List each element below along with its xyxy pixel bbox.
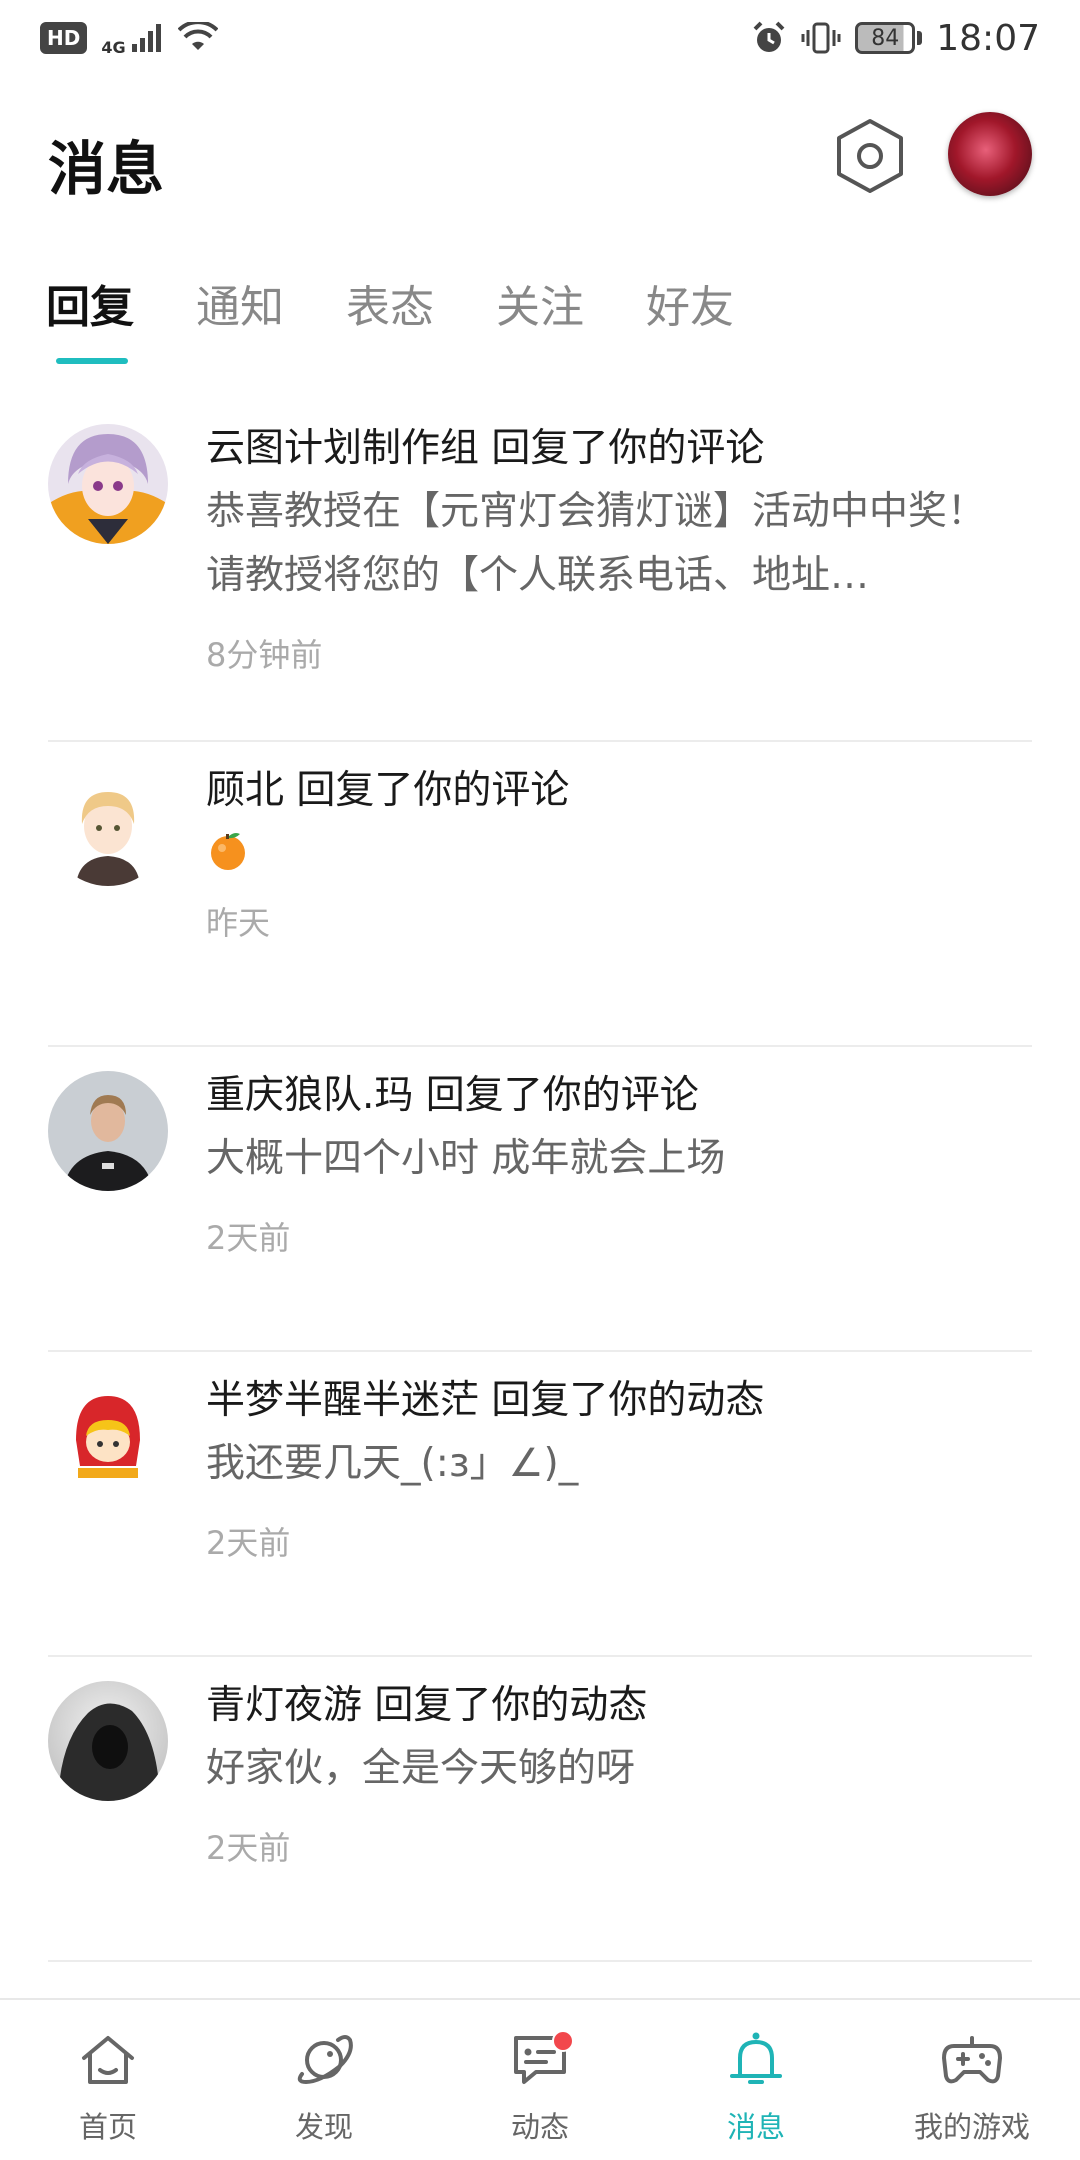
message-body: 云图计划制作组 回复了你的评论 恭喜教授在【元宵灯会猜灯谜】活动中中奖！请教授将… [206, 420, 1002, 676]
message-body: 顾北 回复了你的评论 昨天 [206, 762, 1002, 944]
nav-my-games[interactable]: 我的游戏 [864, 2000, 1080, 2160]
message-list: 云图计划制作组 回复了你的评论 恭喜教授在【元宵灯会猜灯谜】活动中中奖！请教授将… [0, 400, 1080, 1962]
alarm-icon [753, 21, 785, 52]
battery-cap [917, 31, 923, 45]
message-text: 我还要几天_(:з」∠)_ [206, 1441, 579, 1486]
list-item[interactable]: 云图计划制作组 回复了你的评论 恭喜教授在【元宵灯会猜灯谜】活动中中奖！请教授将… [48, 400, 1032, 742]
settings-button[interactable] [830, 114, 910, 198]
avatar[interactable] [48, 1376, 168, 1496]
message-time: 8分钟前 [206, 636, 323, 674]
gamepad-icon [942, 2036, 1002, 2084]
settings-hex-icon [837, 119, 903, 193]
message-title: 重庆狼队.玛 回复了你的评论 [206, 1073, 699, 1118]
nav-home[interactable]: 首页 [0, 2000, 216, 2160]
battery-icon: 84 [855, 22, 923, 54]
nav-messages[interactable]: 消息 [648, 2000, 864, 2160]
message-tabs: 回复 通知 表态 关注 好友 [0, 268, 1080, 378]
list-item[interactable]: 顾北 回复了你的评论 昨天 [48, 742, 1032, 1047]
nav-feed[interactable]: 动态 [432, 2000, 648, 2160]
tab-notice[interactable]: 通知 [196, 268, 284, 348]
avatar[interactable] [48, 766, 168, 886]
message-body: 青灯夜游 回复了你的动态 好家伙，全是今天够的呀 2天前 [206, 1677, 1002, 1869]
status-left: HD 4G [40, 20, 218, 57]
message-time: 2天前 [206, 1524, 291, 1562]
message-body: 半梦半醒半迷茫 回复了你的动态 我还要几天_(:з」∠)_ 2天前 [206, 1372, 1002, 1564]
avatar[interactable] [48, 1681, 168, 1801]
tab-reply[interactable]: 回复 [46, 268, 134, 364]
home-icon [82, 2036, 134, 2084]
bell-icon [730, 2032, 782, 2084]
status-bar: HD 4G 84 18:07 [0, 0, 1080, 76]
tab-label: 回复 [46, 282, 134, 333]
tab-label: 表态 [346, 282, 434, 333]
nav-discover[interactable]: 发现 [216, 2000, 432, 2160]
header: 消息 [0, 100, 1080, 220]
tab-active-indicator [56, 358, 128, 364]
signal-icon [131, 24, 161, 52]
clock: 18:07 [936, 17, 1040, 59]
nav-label: 发现 [294, 2110, 353, 2144]
message-title: 顾北 回复了你的评论 [206, 768, 570, 813]
battery-level: 84 [855, 22, 916, 54]
tab-friends[interactable]: 好友 [646, 268, 734, 348]
orange-emoji-icon [211, 833, 245, 870]
tab-label: 通知 [196, 282, 284, 333]
message-time: 2天前 [206, 1829, 291, 1867]
message-title: 半梦半醒半迷茫 回复了你的动态 [206, 1378, 765, 1423]
message-title: 青灯夜游 回复了你的动态 [206, 1683, 648, 1728]
message-time: 2天前 [206, 1219, 291, 1257]
planet-icon [297, 2035, 353, 2085]
bottom-nav: 首页 发现 动态 消息 我的游戏 [0, 1998, 1080, 2160]
avatar[interactable] [48, 1071, 168, 1191]
message-text: 大概十四个小时 成年就会上场 [206, 1136, 726, 1181]
tab-label: 关注 [496, 282, 584, 333]
user-avatar[interactable] [948, 112, 1032, 196]
message-text: 恭喜教授在【元宵灯会猜灯谜】活动中中奖！请教授将您的【个人联系电话、地址… [206, 489, 987, 598]
wifi-icon [177, 22, 218, 50]
vibrate-icon [801, 22, 841, 54]
list-item[interactable]: 青灯夜游 回复了你的动态 好家伙，全是今天够的呀 2天前 [48, 1657, 1032, 1962]
message-title: 云图计划制作组 回复了你的评论 [206, 426, 765, 471]
notification-dot [552, 2030, 574, 2052]
status-right: 84 18:07 [751, 18, 1040, 59]
page-title: 消息 [48, 135, 165, 203]
nav-label: 消息 [726, 2110, 785, 2144]
list-item[interactable]: 重庆狼队.玛 回复了你的评论 大概十四个小时 成年就会上场 2天前 [48, 1047, 1032, 1352]
tab-label: 好友 [646, 282, 734, 333]
tab-follow[interactable]: 关注 [496, 268, 584, 348]
message-text: 好家伙，全是今天够的呀 [206, 1746, 636, 1791]
message-body: 重庆狼队.玛 回复了你的评论 大概十四个小时 成年就会上场 2天前 [206, 1067, 1002, 1259]
nav-label: 我的游戏 [913, 2110, 1030, 2144]
message-time: 昨天 [206, 904, 271, 942]
hd-badge: HD [40, 22, 88, 54]
list-item[interactable]: 半梦半醒半迷茫 回复了你的动态 我还要几天_(:з」∠)_ 2天前 [48, 1352, 1032, 1657]
network-type: 4G [101, 37, 126, 57]
nav-label: 动态 [510, 2110, 569, 2144]
tab-reaction[interactable]: 表态 [346, 268, 434, 348]
nav-label: 首页 [78, 2110, 137, 2144]
avatar[interactable] [48, 424, 168, 544]
